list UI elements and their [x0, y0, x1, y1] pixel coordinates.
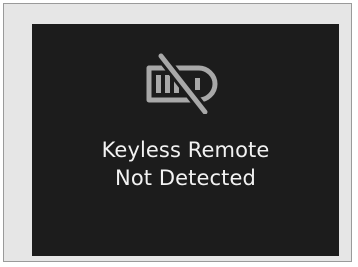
keyless-remote-not-detected-icon [139, 46, 231, 114]
status-message: Keyless Remote Not Detected [32, 136, 339, 192]
keyless-remote-crossed-out-icon [146, 50, 218, 114]
display-frame: Keyless Remote Not Detected [3, 3, 352, 262]
instrument-display-screen: Keyless Remote Not Detected [32, 24, 339, 256]
message-line-1: Keyless Remote [101, 138, 270, 162]
message-line-2: Not Detected [115, 166, 256, 190]
